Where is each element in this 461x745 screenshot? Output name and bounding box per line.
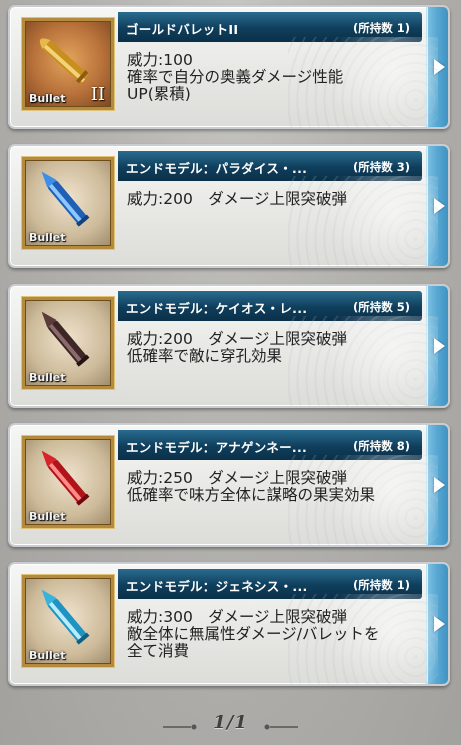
item-name: エンドモデル：アナゲンネー... [126,440,308,455]
bullet-thumbnail: Bullet [22,157,114,249]
bullet-thumbnail: Bullet [22,575,114,667]
item-count: (所持数 3) [352,160,410,174]
chevron-right-icon [434,616,445,632]
item-name: エンドモデル：パラダイス・... [126,161,308,176]
thumbnail-label: Bullet [29,371,66,384]
page-indicator: 1/1 [213,712,248,733]
item-header: エンドモデル：ケイオス・レ... (所持数 5) [118,291,422,321]
item-description: 威力:250 ダメージ上限突破弾 低確率で味方全体に謀略の果実効果 [127,469,376,504]
chevron-right-icon [434,477,445,493]
ornament-left-icon [163,724,197,730]
bullet-card[interactable]: Bullet エンドモデル：ジェネシス・... (所持数 1) 威力:300 ダ… [8,562,450,686]
item-count: (所持数 1) [352,578,410,592]
bullet-thumbnail: Bullet [22,436,114,528]
item-name: エンドモデル：ケイオス・レ... [126,301,308,316]
item-header: エンドモデル：ジェネシス・... (所持数 1) [118,569,422,599]
item-description: 威力:200 ダメージ上限突破弾 [127,190,348,208]
detail-arrow-button[interactable] [426,146,448,266]
item-header: エンドモデル：パラダイス・... (所持数 3) [118,151,422,181]
chevron-right-icon [434,198,445,214]
detail-arrow-button[interactable] [426,425,448,545]
thumbnail-tier: II [90,84,105,105]
bullet-thumbnail: Bullet [22,297,114,389]
bullet-thumbnail: Bullet II [22,18,114,110]
thumbnail-label: Bullet [29,510,66,523]
item-description: 威力:200 ダメージ上限突破弾 低確率で敵に穿孔効果 [127,330,348,365]
item-count: (所持数 1) [352,21,410,35]
item-name: ゴールドバレットII [126,22,239,37]
thumbnail-label: Bullet [29,92,66,105]
pagination: 1/1 [0,712,461,738]
item-name: エンドモデル：ジェネシス・... [126,579,308,594]
bullet-card[interactable]: Bullet エンドモデル：ケイオス・レ... (所持数 5) 威力:200 ダ… [8,284,450,408]
detail-arrow-button[interactable] [426,564,448,684]
detail-arrow-button[interactable] [426,286,448,406]
bullet-card[interactable]: Bullet II ゴールドバレットII (所持数 1) 威力:100 確率で自… [8,5,450,129]
bullet-card[interactable]: Bullet エンドモデル：パラダイス・... (所持数 3) 威力:200 ダ… [8,144,450,268]
item-count: (所持数 8) [352,439,410,453]
item-description: 威力:100 確率で自分の奥義ダメージ性能 UP(累積) [127,51,344,103]
thumbnail-label: Bullet [29,649,66,662]
item-count: (所持数 5) [352,300,410,314]
chevron-right-icon [434,338,445,354]
thumbnail-label: Bullet [29,231,66,244]
item-header: ゴールドバレットII (所持数 1) [118,12,422,42]
ornament-right-icon [264,724,298,730]
item-header: エンドモデル：アナゲンネー... (所持数 8) [118,430,422,460]
bullet-card[interactable]: Bullet エンドモデル：アナゲンネー... (所持数 8) 威力:250 ダ… [8,423,450,547]
chevron-right-icon [434,59,445,75]
detail-arrow-button[interactable] [426,7,448,127]
item-description: 威力:300 ダメージ上限突破弾 敵全体に無属性ダメージ/バレットを 全て消費 [127,608,380,660]
